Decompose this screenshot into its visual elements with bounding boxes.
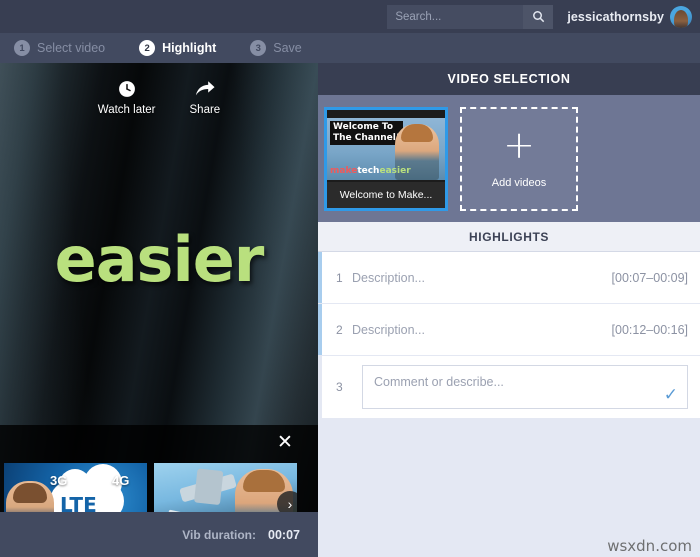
player-status-bar: Vib duration: 00:07 [0,512,318,557]
brand-easier: easier [379,166,410,176]
comment-input[interactable]: Comment or describe... ✓ [362,365,688,409]
search-icon [532,10,545,23]
share-label: Share [190,104,221,116]
step-label: Highlight [162,41,216,55]
highlights-header: HIGHLIGHTS [318,222,700,252]
thumbnail-brand: maketecheasier [330,166,411,176]
step-number: 2 [139,40,155,56]
top-bar: jessicathornsby [0,0,700,33]
wizard-stepper: 1 Select video 2 Highlight 3 Save [0,33,700,63]
highlight-description[interactable]: Description... [352,323,612,337]
add-videos-label: Add videos [492,177,546,189]
username-label: jessicathornsby [567,10,664,24]
video-selection-title: VIDEO SELECTION [448,72,571,86]
user-menu[interactable]: jessicathornsby [567,6,692,28]
search-bar [387,5,553,29]
app-root: jessicathornsby 1 Select video 2 Highlig… [0,0,700,557]
vib-duration-value: 00:07 [268,528,300,542]
video-caption: Welcome to Make... [327,182,445,208]
video-thumbnail: Welcome To The Channel! maketecheasier [327,118,445,180]
vib-duration-label: Vib duration: [182,528,256,542]
highlight-timestamp: [00:07–00:09] [612,271,688,285]
avatar[interactable] [670,6,692,28]
highlight-index: 1 [336,271,352,285]
highlight-row[interactable]: 1 Description... [00:07–00:09] [318,252,700,303]
step-label: Select video [37,41,105,55]
brand-tech: tech [357,166,379,176]
label-3g: 3G [50,473,67,488]
watch-later-label: Watch later [98,104,156,116]
brand-make: make [330,166,357,176]
thumbnail-title-line2: The Channel! [333,133,400,144]
step-highlight[interactable]: 2 Highlight [139,40,216,56]
video-selection-header: VIDEO SELECTION [318,63,700,95]
highlight-row[interactable]: 2 Description... [00:12–00:16] [318,304,700,355]
new-highlight-row: 3 Comment or describe... ✓ [318,356,700,418]
share-action[interactable]: Share [190,79,221,116]
selected-video-card[interactable]: Welcome To The Channel! maketecheasier W… [324,107,448,211]
step-select-video[interactable]: 1 Select video [14,40,105,56]
search-button[interactable] [523,5,553,29]
highlight-timestamp: [00:12–00:16] [612,323,688,337]
highlights-title: HIGHLIGHTS [469,230,549,244]
watch-later-action[interactable]: Watch later [98,79,156,116]
check-icon[interactable]: ✓ [664,386,678,403]
step-number: 1 [14,40,30,56]
clock-icon [117,79,137,99]
highlight-index: 3 [336,380,352,394]
video-player[interactable]: Watch later Share easier YouTube ✕ LTE 3… [0,63,318,557]
youtube-overlay-actions: Watch later Share [0,79,318,116]
highlights-list: 1 Description... [00:07–00:09] 2 Descrip… [318,252,700,557]
step-label: Save [273,41,302,55]
label-4g: 4G [112,473,129,488]
step-save[interactable]: 3 Save [250,40,302,56]
search-input[interactable] [387,5,523,29]
share-arrow-icon [194,79,216,99]
thumbnail-title-line1: Welcome To [333,122,400,133]
thumbnail-title: Welcome To The Channel! [330,121,403,145]
plus-icon: + [503,129,535,161]
airplane-icon [179,474,237,503]
highlight-index: 2 [336,323,352,337]
step-number: 3 [250,40,266,56]
close-icon[interactable]: ✕ [276,435,294,453]
right-panel: VIDEO SELECTION Welcome To The Channel! … [318,63,700,557]
video-overlay-text: easier [0,223,318,296]
video-selection-body: Welcome To The Channel! maketecheasier W… [318,95,700,222]
comment-placeholder: Comment or describe... [374,375,504,389]
highlight-description[interactable]: Description... [352,271,612,285]
add-videos-button[interactable]: + Add videos [460,107,578,211]
